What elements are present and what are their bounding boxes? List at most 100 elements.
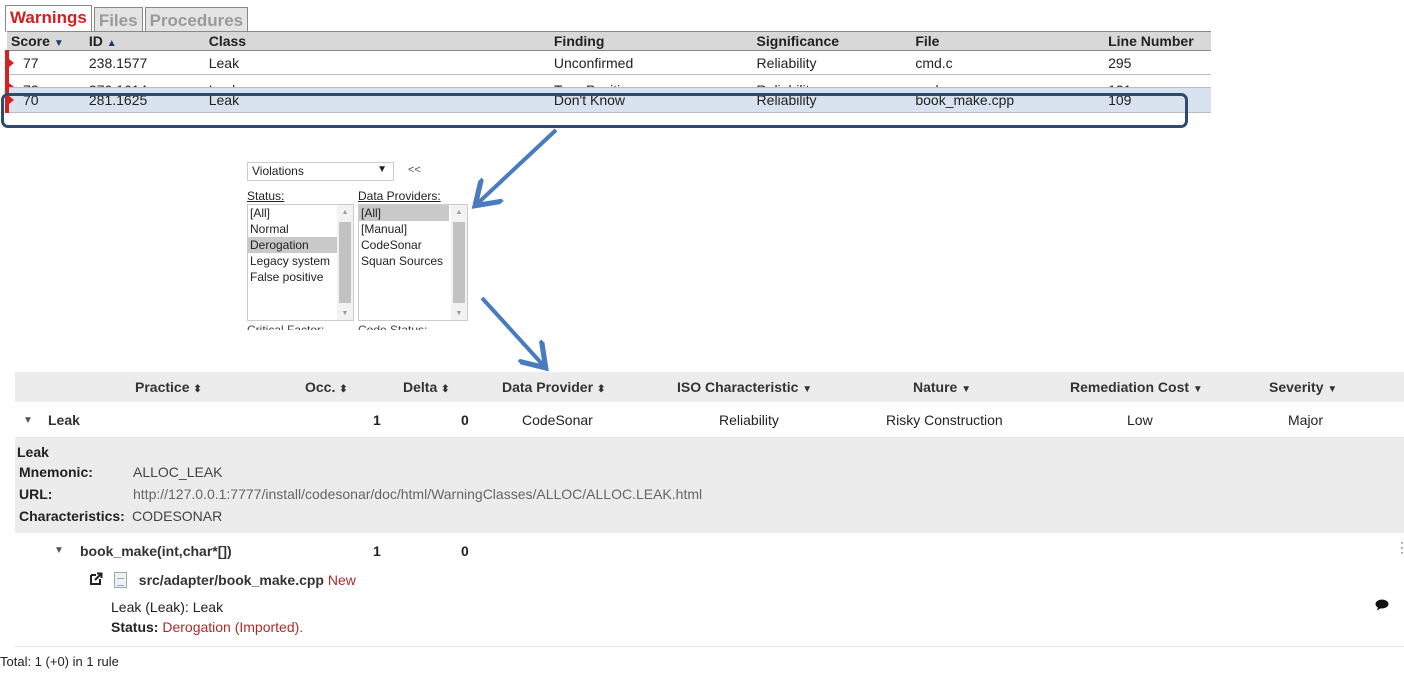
rule-row[interactable]: ▼ Leak 1 0 CodeSonar Reliability Risky C… bbox=[15, 404, 1404, 438]
external-link-icon[interactable] bbox=[90, 572, 104, 588]
rules-table-header: Practice ⬍ Occ. ⬍ Delta ⬍ Data Provider … bbox=[15, 372, 1404, 402]
practice-cell[interactable]: Leak bbox=[48, 412, 80, 428]
column-header-remediation-cost[interactable]: Remediation Cost ▼ bbox=[1070, 379, 1203, 395]
sort-icon: ⬍ bbox=[339, 384, 348, 395]
line-cell: 295 bbox=[1104, 50, 1211, 75]
filter-dropdown-icon: ▼ bbox=[802, 384, 813, 395]
occ-cell: 1 bbox=[373, 543, 381, 559]
id-cell: 238.1577 bbox=[84, 50, 205, 75]
finding-cell: True Positive bbox=[549, 74, 753, 88]
scroll-thumb[interactable] bbox=[453, 222, 465, 303]
scroll-up-icon[interactable]: ▲ bbox=[337, 209, 353, 216]
characteristics-label: Characteristics: bbox=[19, 508, 125, 524]
column-header-score[interactable]: Score ▼ bbox=[7, 31, 85, 51]
column-header-occ[interactable]: Occ. ⬍ bbox=[305, 379, 348, 395]
sort-icon: ⬍ bbox=[441, 384, 450, 395]
column-header-data-provider[interactable]: Data Provider ⬍ bbox=[502, 379, 605, 395]
column-header-severity[interactable]: Severity ▼ bbox=[1269, 379, 1337, 395]
column-header-file[interactable]: File bbox=[911, 31, 1105, 51]
id-cell: 281.1625 bbox=[84, 87, 205, 113]
column-header-delta[interactable]: Delta ⬍ bbox=[403, 379, 450, 395]
significance-cell: Reliability bbox=[752, 74, 912, 88]
comment-icon[interactable] bbox=[1375, 598, 1389, 614]
more-options-icon[interactable]: · · · bbox=[1400, 536, 1404, 558]
providers-listbox[interactable]: [All] [Manual] CodeSonar Squan Sources ▲… bbox=[358, 204, 468, 321]
filter-dropdown-icon: ▼ bbox=[1192, 384, 1203, 395]
column-header-finding[interactable]: Finding bbox=[549, 31, 753, 51]
class-cell: Leak bbox=[204, 74, 550, 88]
characteristics-value: CODESONAR bbox=[132, 508, 223, 524]
violation-message: Leak (Leak): Leak bbox=[111, 599, 224, 615]
remediation-cost-cell: Low bbox=[1127, 412, 1153, 428]
column-header-significance[interactable]: Significance bbox=[752, 31, 912, 51]
details-title: Leak bbox=[17, 444, 49, 460]
scroll-up-icon[interactable]: ▲ bbox=[451, 209, 467, 216]
score-cell: 72 bbox=[5, 74, 85, 88]
code-status-label: Code Status: bbox=[358, 323, 428, 330]
dropdown-caret-icon: ▼ bbox=[377, 164, 387, 175]
column-header-nature[interactable]: Nature ▼ bbox=[913, 379, 971, 395]
iso-cell: Reliability bbox=[719, 412, 779, 428]
warning-row[interactable]: 77 238.1577 Leak Unconfirmed Reliability… bbox=[5, 50, 1211, 75]
severity-cell: Major bbox=[1288, 412, 1324, 428]
column-header-practice[interactable]: Practice ⬍ bbox=[135, 379, 202, 395]
delta-cell: 0 bbox=[461, 412, 469, 428]
column-header-iso-characteristic[interactable]: ISO Characteristic ▼ bbox=[677, 379, 812, 395]
collapse-filter-button[interactable]: << bbox=[408, 164, 421, 176]
id-cell: 270.1614 bbox=[84, 74, 205, 88]
collapse-triangle-icon[interactable]: ▼ bbox=[23, 415, 33, 426]
arrow-to-providers bbox=[478, 128, 558, 203]
tab-procedures[interactable]: Procedures bbox=[144, 7, 249, 32]
nature-cell: Risky Construction bbox=[886, 412, 1003, 428]
violation-file-line: src/adapter/book_make.cpp New bbox=[90, 572, 356, 588]
url-label: URL: bbox=[19, 486, 53, 502]
status-listbox[interactable]: [All] Normal Derogation Legacy system Fa… bbox=[247, 204, 354, 321]
provider-option-selected[interactable]: [All] bbox=[359, 205, 449, 221]
status-filter-label: Status: bbox=[247, 189, 285, 203]
file-cell: epd.cpp bbox=[911, 74, 1105, 88]
delta-cell: 0 bbox=[461, 543, 469, 559]
procedure-row[interactable]: ▼ book_make(int,char*[]) 1 0 bbox=[15, 535, 1404, 565]
score-cell: 77 bbox=[5, 50, 85, 75]
violation-status: Status: Derogation (Imported). bbox=[111, 619, 303, 635]
tab-warnings[interactable]: Warnings bbox=[5, 5, 92, 32]
critical-factor-label: Critical Factor: bbox=[247, 323, 325, 330]
file-icon bbox=[113, 572, 127, 588]
status-option-selected[interactable]: Derogation bbox=[248, 237, 337, 253]
column-header-class[interactable]: Class bbox=[204, 31, 550, 51]
warning-row[interactable]: 72 270.1614 Leak True Positive Reliabili… bbox=[5, 74, 1211, 88]
sort-icon: ⬍ bbox=[596, 384, 606, 395]
warning-row-selected[interactable]: 70 281.1625 Leak Don't Know Reliability … bbox=[5, 87, 1211, 113]
procedure-name[interactable]: book_make(int,char*[]) bbox=[80, 543, 232, 559]
view-select[interactable]: Violations ▼ bbox=[247, 162, 394, 181]
column-header-line-number[interactable]: Line Number bbox=[1104, 31, 1211, 51]
providers-scrollbar[interactable]: ▲ ▼ bbox=[451, 205, 467, 320]
line-cell: 121 bbox=[1104, 74, 1211, 88]
significance-cell: Reliability bbox=[752, 50, 912, 75]
column-header-id[interactable]: ID ▲ bbox=[84, 31, 205, 51]
sort-asc-icon: ▲ bbox=[106, 38, 117, 49]
scroll-thumb[interactable] bbox=[339, 222, 351, 303]
file-cell: book_make.cpp bbox=[911, 87, 1105, 113]
new-badge: New bbox=[327, 572, 356, 588]
url-link[interactable]: http://127.0.0.1:7777/install/codesonar/… bbox=[133, 486, 702, 502]
class-cell: Leak bbox=[204, 50, 550, 75]
line-cell: 109 bbox=[1104, 87, 1211, 113]
scroll-down-icon[interactable]: ▼ bbox=[337, 310, 353, 317]
file-path-link[interactable]: src/adapter/book_make.cpp bbox=[139, 572, 324, 588]
warnings-tabs: Warnings Files Procedures bbox=[5, 5, 249, 32]
total-summary: Total: 1 (+0) in 1 rule bbox=[0, 654, 119, 669]
class-cell: Leak bbox=[204, 87, 550, 113]
tab-files[interactable]: Files bbox=[93, 7, 143, 32]
status-scrollbar[interactable]: ▲ ▼ bbox=[337, 205, 353, 320]
score-cell: 70 bbox=[5, 87, 85, 113]
scroll-down-icon[interactable]: ▼ bbox=[451, 310, 467, 317]
providers-filter-label: Data Providers: bbox=[358, 189, 441, 203]
sort-desc-icon: ▼ bbox=[53, 38, 64, 49]
finding-cell: Unconfirmed bbox=[549, 50, 753, 75]
status-value: Derogation (Imported). bbox=[162, 619, 304, 635]
rule-details: Leak Mnemonic: ALLOC_LEAK URL: http://12… bbox=[15, 438, 1404, 533]
significance-cell: Reliability bbox=[752, 87, 912, 113]
collapse-triangle-icon[interactable]: ▼ bbox=[54, 545, 64, 556]
finding-cell: Don't Know bbox=[549, 87, 753, 113]
